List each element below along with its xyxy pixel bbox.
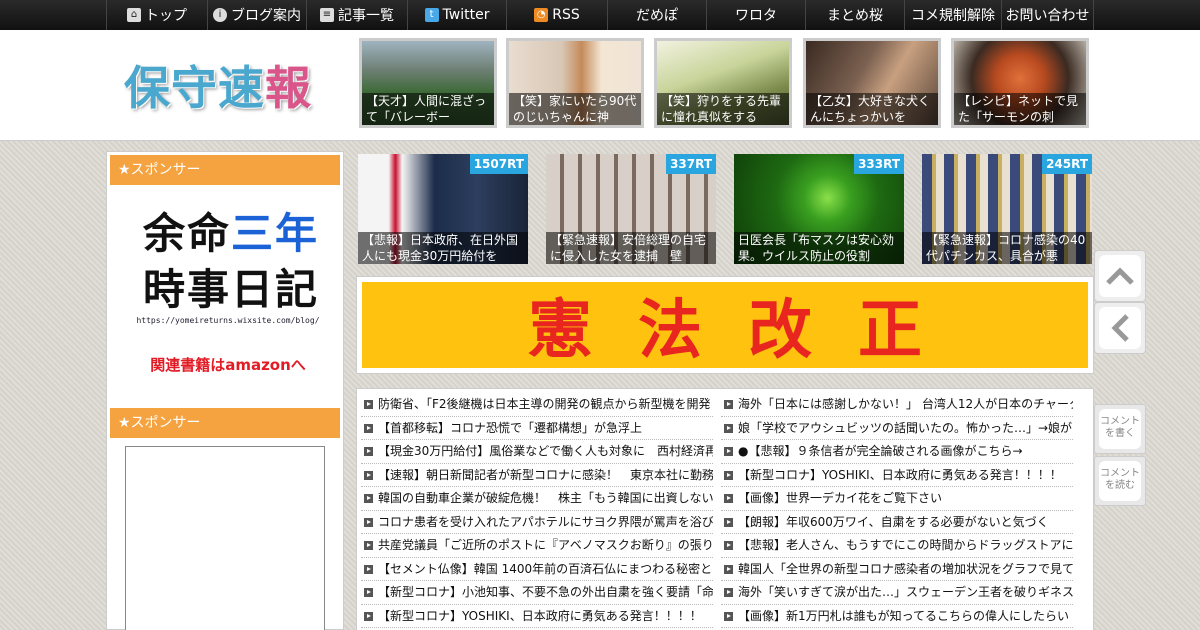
list-item[interactable]: 【画像】世界一デカイ花をご覧下さい xyxy=(721,487,1073,511)
list-item[interactable]: 【セメント仏像】韓国 1400年前の百済石仏にまつわる秘密とは xyxy=(361,558,713,581)
nav-item-warota[interactable]: ワロタ xyxy=(706,0,805,30)
article-column-right: 海外「日本には感謝しかない！」 台湾人12人が日本のチャータ 娘「学校でアウシュ… xyxy=(721,393,1073,628)
info-icon: i xyxy=(213,8,227,22)
nav-item-top[interactable]: ⌂ トップ xyxy=(106,0,207,30)
rt-count-badge: 337RT xyxy=(666,154,716,174)
nav-item-damepo[interactable]: だめぽ xyxy=(607,0,706,30)
back-button[interactable] xyxy=(1094,302,1146,354)
arrow-bullet-icon xyxy=(724,400,733,409)
list-item[interactable]: 【悲報】老人さん、もうすでにこの時間からドラッグストアに xyxy=(721,534,1073,558)
list-item[interactable]: 共産党議員「ご近所のポストに『アベノマスクお断り』の張り xyxy=(361,534,713,558)
nav-item-contact[interactable]: お問い合わせ xyxy=(1001,0,1094,30)
arrow-bullet-icon xyxy=(724,588,733,597)
arrow-bullet-icon xyxy=(724,564,733,574)
list-item[interactable]: 【現金30万円給付】風俗業などで働く人も対象に 西村経済再 xyxy=(361,440,713,464)
nav-list: ⌂ トップ i ブログ案内 ≡ 記事一覧 t Twitter ◔ RSS だめぽ ワロタ … xyxy=(106,0,1094,30)
list-icon: ≡ xyxy=(320,8,334,22)
rt-thumb-abe-home[interactable]: 337RT 【緊急速報】安倍総理の自宅に侵入した女を逮捕 壁 xyxy=(546,154,716,264)
arrow-bullet-icon xyxy=(364,541,373,550)
arrow-bullet-icon xyxy=(724,494,733,503)
list-item[interactable]: コロナ患者を受け入れたアパホテルにサヨク界隈が罵声を浴び xyxy=(361,511,713,534)
ad-title-line1: 余命三年 xyxy=(142,209,320,258)
scroll-top-button[interactable] xyxy=(1094,250,1146,302)
list-item[interactable]: 【新型コロナ】YOSHIKI、日本政府に勇気ある発言！！！！ xyxy=(361,605,713,628)
list-item[interactable]: 【朗報】年収600万ワイ、自粛をする必要がないと気づく xyxy=(721,511,1073,534)
twitter-icon: t xyxy=(424,8,439,22)
list-item[interactable]: 防衛省、「F2後継機は日本主導の開発の観点から新型機を開発 xyxy=(361,393,713,417)
rt-count-badge: 333RT xyxy=(854,154,904,174)
write-comment-button[interactable]: コメント を書く xyxy=(1094,404,1146,454)
arrow-bullet-icon xyxy=(364,517,373,527)
arrow-bullet-icon xyxy=(364,564,373,574)
list-item[interactable]: 【新型コロナ】YOSHIKI、日本政府に勇気ある発言！！！！ xyxy=(721,464,1073,487)
arrow-bullet-icon xyxy=(724,447,733,456)
rt-count-badge: 245RT xyxy=(1042,154,1092,174)
list-item[interactable]: 海外「笑いすぎて涙が出た…」スウェーデン王者を破りギネス xyxy=(721,581,1073,605)
article-column-left: 防衛省、「F2後継機は日本主導の開発の観点から新型機を開発 【首都移転】コロナ恐… xyxy=(361,393,713,628)
nav-item-blog-guide[interactable]: i ブログ案内 xyxy=(207,0,306,30)
arrow-bullet-icon xyxy=(364,400,373,409)
list-item[interactable]: 【首都移転】コロナ恐慌で「遷都構想」が急浮上 xyxy=(361,417,713,440)
header-thumb-hunting[interactable]: 【笑】狩りをする先輩に憧れ真似をする xyxy=(654,38,792,128)
header-thumb-grandpa[interactable]: 【笑】家にいたら90代のじいちゃんに神 xyxy=(506,38,644,128)
constitution-banner[interactable]: 憲 法 改 正 xyxy=(356,276,1094,374)
list-item[interactable]: 韓国人「全世界の新型コロナ感染者の増加状況をグラフで見て xyxy=(721,558,1073,581)
sponsor-ad-box[interactable] xyxy=(125,446,325,630)
site-logo[interactable]: 保守速報 xyxy=(124,52,312,118)
rt-thumb-government[interactable]: 1507RT 【悲報】日本政府、在日外国人にも現金30万円給付を xyxy=(358,154,528,264)
nav-item-rss[interactable]: ◔ RSS xyxy=(506,0,607,30)
chevron-left-icon xyxy=(1099,307,1141,349)
arrow-bullet-icon xyxy=(724,423,733,433)
ad-amazon-link[interactable]: 関連書籍はamazonへ xyxy=(143,354,313,375)
header-thumb-salmon[interactable]: 【レシピ】ネットで見た「サーモンの刺 xyxy=(951,38,1089,128)
arrow-bullet-icon xyxy=(724,517,733,527)
article-list-box: 防衛省、「F2後継機は日本主導の開発の観点から新型機を開発 【首都移転】コロナ恐… xyxy=(356,388,1094,630)
arrow-bullet-icon xyxy=(364,447,373,456)
list-item[interactable]: 韓国の自動車企業が破綻危機！ 株主「もう韓国に出資しない xyxy=(361,487,713,511)
rt-count-badge: 1507RT xyxy=(469,154,528,174)
main-content: 1507RT 【悲報】日本政府、在日外国人にも現金30万円給付を 337RT 【… xyxy=(355,151,1095,630)
top-navigation: ⌂ トップ i ブログ案内 ≡ 記事一覧 t Twitter ◔ RSS だめぽ ワロタ … xyxy=(0,0,1200,30)
list-item[interactable]: 娘「学校でアウシュビッツの話聞いたの。怖かった…」→娘が xyxy=(721,417,1073,440)
sponsor-heading: ★スポンサー xyxy=(110,155,340,185)
list-item[interactable]: ●【悲報】９条信者が完全論破される画像がこちら→ xyxy=(721,440,1073,464)
arrow-bullet-icon xyxy=(364,494,373,503)
list-item[interactable]: 【画像】新1万円札は誰もが知ってるこちらの偉人にしたらい xyxy=(721,605,1073,628)
header-thumb-volleyball[interactable]: 【天才】人間に混ざって「バレーボー xyxy=(359,38,497,128)
rt-thumb-virus[interactable]: 333RT 日医会長「布マスクは安心効果。ウイルス防止の役割 xyxy=(734,154,904,264)
arrow-bullet-icon xyxy=(364,470,373,480)
nav-item-matome-sakura[interactable]: まとめ桜 xyxy=(805,0,904,30)
list-item[interactable]: 【速報】朝日新聞記者が新型コロナに感染！ 東京本社に勤務 xyxy=(361,464,713,487)
nav-item-comment-unblock[interactable]: コメ規制解除 xyxy=(904,0,1001,30)
chevron-up-icon xyxy=(1099,255,1141,297)
list-item[interactable]: 海外「日本には感謝しかない！」 台湾人12人が日本のチャータ xyxy=(721,393,1073,417)
read-comment-button[interactable]: コメント を読む xyxy=(1094,456,1146,506)
rt-thumb-pachinko[interactable]: 245RT 【緊急速報】コロナ感染の40代パチンカス、具合が悪 xyxy=(922,154,1092,264)
sponsor-heading: ★スポンサー xyxy=(110,408,340,438)
arrow-bullet-icon xyxy=(724,470,733,480)
banner-inner: 憲 法 改 正 xyxy=(362,282,1088,368)
arrow-bullet-icon xyxy=(724,611,733,621)
nav-item-twitter[interactable]: t Twitter xyxy=(407,0,506,30)
ad-url: https://yomeireturns.wixsite.com/blog/ xyxy=(136,316,320,325)
floating-side-buttons: コメント を書く コメント を読む xyxy=(1094,248,1146,608)
sidebar: ★スポンサー 余命三年 時事日記 https://yomeireturns.wi… xyxy=(106,151,344,630)
site-header: 保守速報 【天才】人間に混ざって「バレーボー 【笑】家にいたら90代のじいちゃん… xyxy=(0,30,1200,141)
arrow-bullet-icon xyxy=(364,588,373,597)
ad-title-line2: 時事日記 xyxy=(142,265,319,314)
nav-item-article-list[interactable]: ≡ 記事一覧 xyxy=(306,0,407,30)
arrow-bullet-icon xyxy=(364,611,373,621)
arrow-bullet-icon xyxy=(724,541,733,550)
arrow-bullet-icon xyxy=(364,423,373,433)
header-thumb-dog[interactable]: 【乙女】大好きな犬くんにちょっかいを xyxy=(803,38,941,128)
list-item[interactable]: 【新型コロナ】小池知事、不要不急の外出自粛を強く要請「命 xyxy=(361,581,713,605)
home-icon: ⌂ xyxy=(127,8,141,22)
rss-icon: ◔ xyxy=(534,8,549,22)
